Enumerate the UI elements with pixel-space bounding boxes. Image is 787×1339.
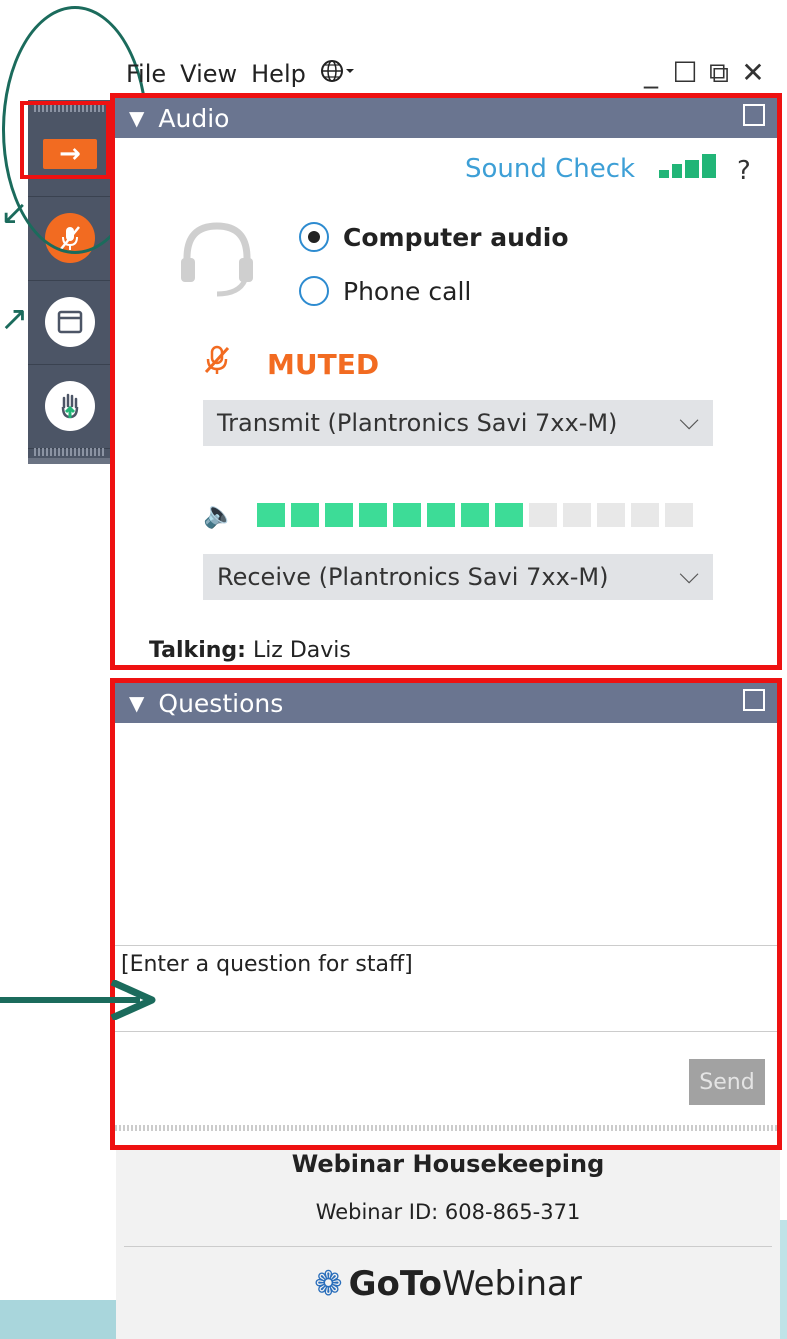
minimize-icon[interactable]: _: [637, 56, 665, 90]
level-bar: [495, 503, 523, 527]
send-button[interactable]: Send: [689, 1059, 765, 1105]
flower-logo-icon: ❁: [314, 1264, 343, 1304]
computer-audio-label: Computer audio: [343, 222, 569, 252]
restore-icon[interactable]: ⧉: [705, 56, 733, 90]
audio-panel-header[interactable]: ▼ Audio: [115, 98, 777, 138]
level-bar: [563, 503, 591, 527]
level-bar: [427, 503, 455, 527]
window-controls: _ ☐ ⧉ ✕: [637, 56, 767, 90]
level-bar: [529, 503, 557, 527]
background-decoration: [0, 1300, 130, 1339]
level-bar: [359, 503, 387, 527]
chevron-down-icon: ⌵: [679, 560, 699, 590]
annotation-arrow-icon: [0, 980, 156, 1020]
menu-help[interactable]: Help: [251, 60, 306, 88]
transmit-device-value: Transmit (Plantronics Savi 7xx-M): [217, 409, 618, 437]
receive-device-value: Receive (Plantronics Savi 7xx-M): [217, 563, 609, 591]
level-bar: [257, 503, 285, 527]
questions-panel: ▼ Questions [Enter a question for staff]…: [110, 678, 782, 1150]
audio-header-label: Audio: [158, 103, 230, 133]
help-icon[interactable]: ?: [737, 156, 751, 186]
logo-bold: GoTo: [348, 1264, 442, 1304]
level-bar: [631, 503, 659, 527]
level-bar: [597, 503, 625, 527]
collapse-triangle-icon[interactable]: ▼: [129, 106, 144, 130]
talking-status: Talking: Liz Davis: [149, 638, 351, 663]
window-icon: [45, 297, 95, 347]
muted-label: MUTED: [267, 347, 380, 381]
headset-icon: [181, 222, 253, 297]
level-bar: [325, 503, 353, 527]
globe-icon[interactable]: [320, 58, 356, 90]
raise-hand-button[interactable]: [28, 364, 112, 449]
logo-regular: Webinar: [441, 1264, 582, 1304]
menu-view[interactable]: View: [180, 60, 237, 88]
mic-muted-icon: [203, 344, 231, 384]
computer-audio-option[interactable]: Computer audio: [299, 222, 569, 252]
level-bar: [461, 503, 489, 527]
sound-check-link[interactable]: Sound Check: [465, 154, 635, 184]
chevron-down-icon: ⌵: [679, 406, 699, 436]
level-bar: [291, 503, 319, 527]
questions-panel-header[interactable]: ▼ Questions: [115, 683, 777, 723]
transmit-device-select[interactable]: Transmit (Plantronics Savi 7xx-M) ⌵: [203, 400, 713, 446]
speaker-icon: 🔈: [203, 500, 236, 530]
webinar-id: Webinar ID: 608-865-371: [315, 1200, 581, 1224]
level-bars: [257, 503, 693, 527]
footer: Webinar Housekeeping Webinar ID: 608-865…: [116, 1150, 780, 1339]
questions-log: [115, 723, 777, 946]
annotation-chevron-icon: ↙: [0, 193, 29, 233]
maximize-icon[interactable]: ☐: [671, 56, 699, 90]
webinar-title: Webinar Housekeeping: [291, 1150, 605, 1178]
talking-label: Talking:: [149, 638, 246, 663]
talking-name: Liz Davis: [252, 638, 351, 663]
question-input[interactable]: [Enter a question for staff]: [115, 946, 777, 1032]
popout-icon[interactable]: [743, 104, 765, 126]
close-icon[interactable]: ✕: [739, 56, 767, 90]
popout-icon[interactable]: [743, 689, 765, 711]
menu-file[interactable]: File: [126, 60, 166, 88]
level-bar: [393, 503, 421, 527]
audio-level-meter: 🔈: [203, 500, 693, 530]
muted-status: MUTED: [203, 344, 379, 384]
hand-icon: [45, 381, 95, 431]
phone-call-option[interactable]: Phone call: [299, 276, 471, 306]
sidebar-grip-bottom: [34, 448, 106, 456]
questions-header-label: Questions: [158, 688, 284, 718]
resize-grip[interactable]: [115, 1125, 777, 1131]
annotation-chevron-icon: ↗: [0, 299, 29, 339]
gotowebinar-logo: ❁ GoToWebinar: [116, 1264, 780, 1304]
radio-button[interactable]: [299, 276, 329, 306]
screen-view-button[interactable]: [28, 280, 112, 365]
signal-strength-icon: [659, 154, 716, 178]
footer-divider: [124, 1246, 772, 1247]
audio-panel: ▼ Audio Sound Check ? Computer audio Pho…: [110, 93, 782, 670]
phone-call-label: Phone call: [343, 276, 472, 306]
receive-device-select[interactable]: Receive (Plantronics Savi 7xx-M) ⌵: [203, 554, 713, 600]
radio-button[interactable]: [299, 222, 329, 252]
collapse-triangle-icon[interactable]: ▼: [129, 691, 144, 715]
level-bar: [665, 503, 693, 527]
